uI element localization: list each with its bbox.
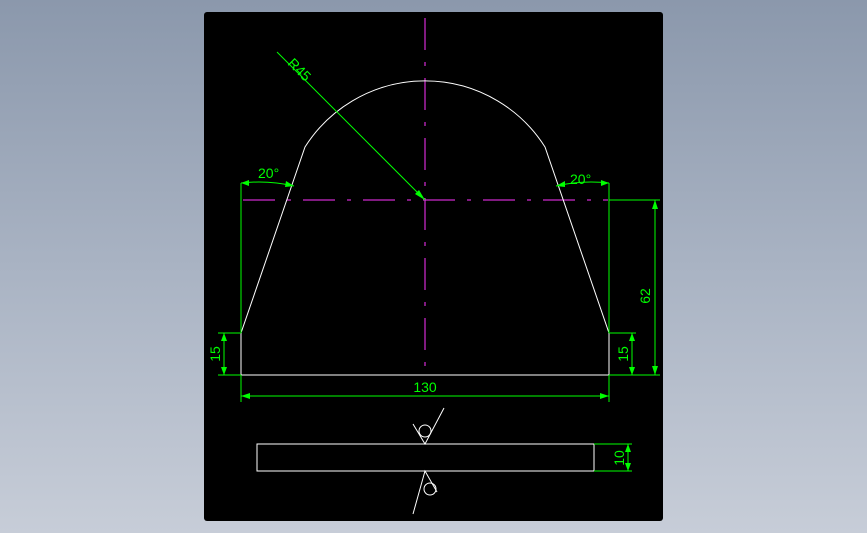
width-arrow-left xyxy=(241,393,250,399)
surface-roughness-bottom-icon xyxy=(412,469,438,515)
thickness-label: 10 xyxy=(611,450,627,466)
height-arrow-bottom xyxy=(652,366,658,375)
angle-left-label: 20° xyxy=(258,165,279,181)
angle-left-arrow-a xyxy=(241,180,249,186)
arrowheads xyxy=(221,180,658,471)
surface-roughness-top-icon xyxy=(412,407,445,446)
dimension-lines xyxy=(218,51,660,472)
edge-right-arrow-top xyxy=(629,333,635,341)
surface-finish-symbols xyxy=(412,407,445,515)
radius-label: R45 xyxy=(285,55,315,85)
height-label: 62 xyxy=(637,288,653,304)
side-view-plate xyxy=(256,443,595,472)
cad-drawing: R45 20° 20° 62 15 15 130 10 xyxy=(207,18,660,515)
height-arrow-top xyxy=(652,200,658,209)
edge-left-arrow-top xyxy=(221,333,227,341)
edge-left-label: 15 xyxy=(207,346,223,362)
angle-right-arrow-b xyxy=(601,180,609,186)
edge-right-arrow-bottom xyxy=(629,367,635,375)
dimension-labels: R45 20° 20° 62 15 15 130 10 xyxy=(207,55,653,466)
cad-drawing-viewport[interactable]: R45 20° 20° 62 15 15 130 10 xyxy=(204,12,663,521)
width-arrow-right xyxy=(600,393,609,399)
width-label: 130 xyxy=(413,379,437,395)
angle-right-label: 20° xyxy=(570,171,591,187)
edge-left-arrow-bottom xyxy=(221,367,227,375)
edge-right-label: 15 xyxy=(615,346,631,362)
